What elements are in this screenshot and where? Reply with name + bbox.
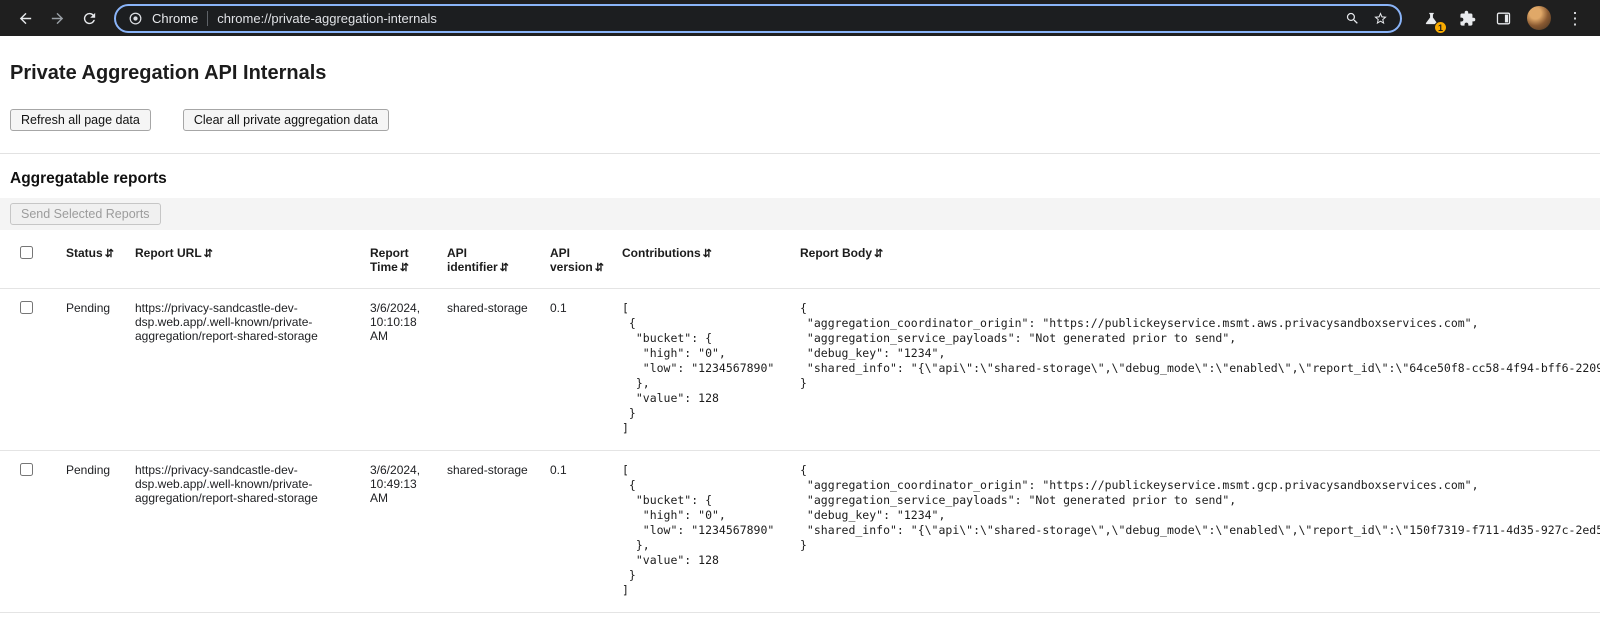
- col-header-report-time[interactable]: Report Time⇵: [360, 234, 437, 289]
- menu-kebab-icon[interactable]: ⋮: [1560, 3, 1590, 33]
- col-header-api-version[interactable]: API version⇵: [540, 234, 612, 289]
- api-identifier-cell: shared-storage: [437, 451, 540, 613]
- report-time-cell: 3/6/2024, 10:49:13 AM: [360, 451, 437, 613]
- bookmark-star-icon[interactable]: [1366, 5, 1394, 31]
- browser-toolbar: Chrome chrome://private-aggregation-inte…: [0, 0, 1600, 36]
- table-row: Pending https://privacy-sandcastle-dev-d…: [0, 289, 1600, 451]
- api-version-cell: 0.1: [540, 451, 612, 613]
- forward-arrow-icon: [49, 10, 66, 27]
- forward-button[interactable]: [42, 3, 72, 33]
- col-header-report-url[interactable]: Report URL⇵: [125, 234, 360, 289]
- chip-divider: [207, 11, 208, 26]
- table-header-row: Status⇵ Report URL⇵ Report Time⇵ API ide…: [0, 234, 1600, 289]
- reports-toolbar: Send Selected Reports: [0, 198, 1600, 230]
- search-icon[interactable]: [1338, 5, 1366, 31]
- table-row: Pending https://privacy-sandcastle-dev-d…: [0, 451, 1600, 613]
- reports-table: Status⇵ Report URL⇵ Report Time⇵ API ide…: [0, 234, 1600, 613]
- report-body-json: { "aggregation_coordinator_origin": "htt…: [800, 463, 1592, 553]
- back-arrow-icon: [17, 10, 34, 27]
- refresh-all-button[interactable]: Refresh all page data: [10, 109, 151, 131]
- report-time-cell: 3/6/2024, 10:10:18 AM: [360, 289, 437, 451]
- api-version-cell: 0.1: [540, 289, 612, 451]
- site-chip-label: Chrome: [152, 11, 198, 26]
- avatar-image: [1527, 6, 1551, 30]
- send-selected-button[interactable]: Send Selected Reports: [10, 203, 161, 225]
- sort-icon: ⇵: [400, 262, 409, 274]
- col-header-report-body[interactable]: Report Body⇵: [790, 234, 1600, 289]
- sort-icon: ⇵: [105, 248, 114, 260]
- sort-icon: ⇵: [595, 262, 604, 274]
- col-header-contributions[interactable]: Contributions⇵: [612, 234, 790, 289]
- page-title: Private Aggregation API Internals: [10, 62, 1590, 85]
- reload-icon: [81, 10, 98, 27]
- sort-icon: ⇵: [874, 248, 883, 260]
- experiments-beaker-icon[interactable]: 1: [1416, 3, 1446, 33]
- status-cell: Pending: [56, 289, 125, 451]
- select-all-checkbox[interactable]: [20, 246, 33, 259]
- api-identifier-cell: shared-storage: [437, 289, 540, 451]
- chrome-logo-icon: [128, 11, 143, 26]
- profile-avatar[interactable]: [1524, 3, 1554, 33]
- row-checkbox[interactable]: [20, 301, 33, 314]
- row-checkbox[interactable]: [20, 463, 33, 476]
- report-body-json: { "aggregation_coordinator_origin": "htt…: [800, 301, 1592, 391]
- back-button[interactable]: [10, 3, 40, 33]
- col-header-api-identifier[interactable]: API identifier⇵: [437, 234, 540, 289]
- status-cell: Pending: [56, 451, 125, 613]
- clear-all-button[interactable]: Clear all private aggregation data: [183, 109, 389, 131]
- section-divider: [0, 153, 1600, 154]
- side-panel-icon[interactable]: [1488, 3, 1518, 33]
- url-text: chrome://private-aggregation-internals: [217, 11, 437, 26]
- sort-icon: ⇵: [703, 248, 712, 260]
- contributions-json: [ { "bucket": { "high": "0", "low": "123…: [622, 463, 782, 598]
- toolbar-right-icons: 1 ⋮: [1412, 3, 1590, 33]
- reload-button[interactable]: [74, 3, 104, 33]
- contributions-json: [ { "bucket": { "high": "0", "low": "123…: [622, 301, 782, 436]
- section-title: Aggregatable reports: [10, 170, 1590, 188]
- notification-badge: 1: [1434, 21, 1447, 34]
- report-url-cell: https://privacy-sandcastle-dev-dsp.web.a…: [125, 451, 360, 613]
- address-bar[interactable]: Chrome chrome://private-aggregation-inte…: [114, 4, 1402, 33]
- report-url-cell: https://privacy-sandcastle-dev-dsp.web.a…: [125, 289, 360, 451]
- sort-icon: ⇵: [500, 262, 509, 274]
- col-header-status[interactable]: Status⇵: [56, 234, 125, 289]
- extensions-icon[interactable]: [1452, 3, 1482, 33]
- sort-icon: ⇵: [204, 248, 213, 260]
